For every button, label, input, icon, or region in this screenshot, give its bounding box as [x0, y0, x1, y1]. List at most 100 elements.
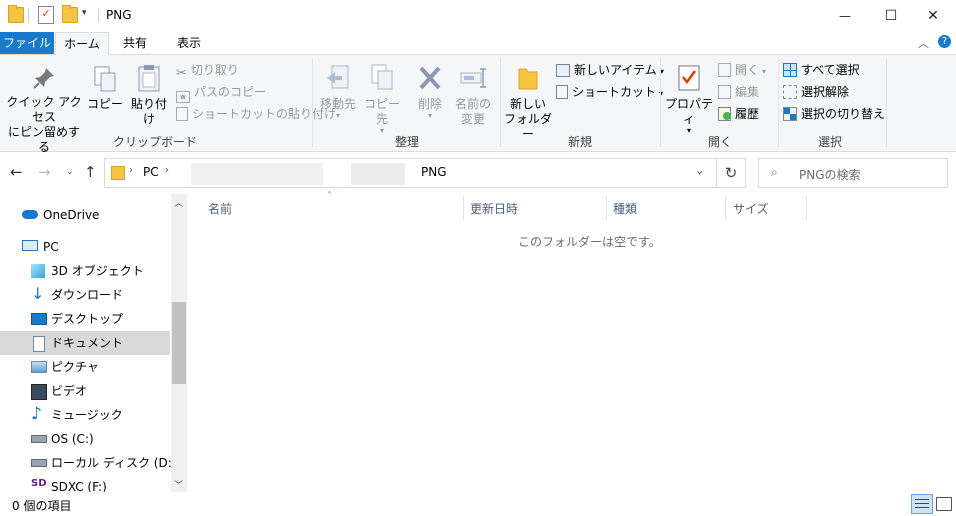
history-label: 履歴 [735, 107, 760, 121]
copy-path-button[interactable]: w パスのコピー [176, 84, 266, 103]
column-header-size[interactable]: サイズ [733, 198, 805, 220]
help-icon[interactable]: ? [938, 35, 951, 48]
move-to-button[interactable]: 移動先 ▾ [316, 63, 360, 120]
search-input[interactable]: ⌕ PNGの検索 [758, 158, 948, 188]
delete-label: 削除 [417, 97, 442, 111]
address-dropdown-icon[interactable]: ⌄ [695, 164, 704, 177]
3d-objects-icon [31, 264, 45, 278]
group-separator [660, 59, 661, 147]
column-separator[interactable] [725, 196, 726, 220]
rename-button[interactable]: 名前の 変更 [452, 63, 494, 127]
scroll-down-icon[interactable]: ﹀ [174, 478, 183, 491]
properties-qa-icon[interactable]: ✓ [38, 6, 54, 24]
paste-icon [138, 65, 160, 92]
select-all-icon [783, 63, 797, 77]
tab-share[interactable]: 共有 [112, 32, 158, 54]
drive-d-icon [31, 459, 47, 467]
nav-item-documents[interactable]: ドキュメント [0, 331, 170, 355]
edit-button[interactable]: 編集 [718, 84, 759, 100]
refresh-button[interactable]: ↻ [716, 158, 746, 188]
cut-label: 切り取り [190, 63, 239, 77]
invert-selection-icon [783, 107, 797, 121]
new-item-label: 新しいアイテム [574, 63, 657, 77]
nav-item-music[interactable]: ♪ ミュージック [0, 403, 170, 427]
copy-path-icon: w [176, 91, 190, 103]
videos-icon [31, 384, 47, 400]
column-separator[interactable] [463, 196, 464, 220]
scroll-thumb[interactable] [172, 302, 186, 384]
scroll-up-icon[interactable]: ︿ [174, 196, 183, 209]
move-to-icon [327, 65, 349, 89]
open-icon [718, 63, 731, 77]
column-header-name[interactable]: 名前 [208, 198, 466, 220]
up-arrow-icon[interactable]: ↑ [84, 163, 97, 181]
select-all-button[interactable]: すべて選択 [783, 62, 860, 78]
open-label: 開く [735, 63, 760, 77]
tab-home[interactable]: ホーム [55, 32, 109, 56]
nav-item-3d-objects[interactable]: 3D オブジェクト [0, 259, 170, 283]
nav-item-desktop[interactable]: デスクトップ [0, 307, 170, 331]
pictures-icon [31, 361, 47, 373]
paste-label: 貼り付け [130, 97, 167, 126]
pc-icon [22, 240, 38, 251]
maximize-button[interactable]: ☐ [868, 0, 914, 32]
select-none-button[interactable]: 選択解除 [783, 84, 849, 100]
pin-label-line1: クイック アクセス [6, 95, 82, 124]
paste-button[interactable]: 貼り付け [126, 63, 172, 127]
details-view-icon[interactable] [911, 494, 933, 514]
forward-arrow-icon[interactable]: → [38, 163, 51, 181]
breadcrumb-pc[interactable]: PC [143, 165, 159, 179]
clipboard-group-label: クリップボード [112, 135, 197, 149]
new-item-button[interactable]: 新しいアイテム ▾ [556, 62, 664, 80]
large-icons-view-icon[interactable] [936, 497, 952, 511]
column-separator[interactable] [606, 196, 607, 220]
address-bar[interactable]: › PC › PNG ⌄ [104, 158, 717, 188]
cut-button[interactable]: ✂ 切り取り [176, 62, 239, 81]
collapse-ribbon-icon[interactable]: ︿ [918, 35, 929, 51]
tab-file[interactable]: ファイル [0, 32, 54, 54]
new-folder-qa-icon[interactable] [62, 5, 78, 23]
shortcut-icon [556, 85, 568, 99]
navigation-pane: OneDrive PC 3D オブジェクト ↓ ダウンロード デスクトップ ドキ… [0, 194, 187, 492]
nav-item-pictures[interactable]: ピクチャ [0, 355, 170, 379]
open-button[interactable]: 開く ▾ [718, 62, 766, 80]
open-group-label: 開く [707, 135, 732, 149]
delete-button[interactable]: 削除 ▾ [410, 63, 450, 120]
back-arrow-icon[interactable]: ← [10, 163, 23, 181]
nav-item-sd-card[interactable]: SD SDXC (F:) [0, 475, 170, 492]
column-separator[interactable] [806, 196, 807, 220]
breadcrumb-chevron-icon: › [129, 165, 133, 176]
search-placeholder: PNGの検索 [799, 168, 861, 182]
scissors-icon: ✂ [176, 66, 187, 81]
pin-quick-access-button[interactable]: クイック アクセス にピン留めする [4, 65, 84, 155]
properties-button[interactable]: プロパティ ▾ [662, 63, 716, 135]
rename-label-line1: 名前の [454, 97, 491, 111]
close-button[interactable]: ✕ [910, 0, 956, 32]
nav-scrollbar[interactable]: ︿ ﹀ [171, 194, 187, 492]
copy-button[interactable]: コピー [86, 65, 124, 112]
new-item-icon [556, 64, 570, 77]
new-folder-button[interactable]: 新しい フォルダー [502, 63, 554, 142]
tab-view[interactable]: 表示 [164, 32, 214, 54]
drive-c-icon [31, 435, 47, 443]
nav-item-downloads[interactable]: ↓ ダウンロード [0, 283, 170, 307]
recent-locations-icon[interactable]: ⌄ [66, 167, 74, 177]
invert-selection-button[interactable]: 選択の切り替え [783, 106, 885, 122]
sd-card-icon: SD [31, 478, 47, 489]
copy-icon [94, 66, 116, 92]
history-button[interactable]: 履歴 [718, 106, 759, 122]
nav-item-drive-d[interactable]: ローカル ディスク (D:) [0, 451, 176, 475]
copy-to-button[interactable]: コピー先 ▾ [360, 63, 404, 135]
nav-item-drive-c[interactable]: OS (C:) [0, 427, 170, 451]
customize-qa-icon[interactable]: ▾ [82, 8, 87, 18]
easy-access-button[interactable]: ショートカット ▾ [556, 84, 663, 102]
column-header-date[interactable]: 更新日時 [470, 198, 606, 220]
column-header-type[interactable]: 種類 [613, 198, 725, 220]
nav-item-pc[interactable]: PC [0, 235, 170, 259]
move-to-dropdown-icon: ▾ [335, 111, 340, 120]
breadcrumb-current[interactable]: PNG [421, 165, 447, 179]
window-title: PNG [106, 8, 132, 22]
nav-item-videos[interactable]: ビデオ [0, 379, 170, 403]
nav-item-onedrive[interactable]: OneDrive [0, 203, 170, 227]
minimize-button[interactable]: — [822, 0, 868, 32]
